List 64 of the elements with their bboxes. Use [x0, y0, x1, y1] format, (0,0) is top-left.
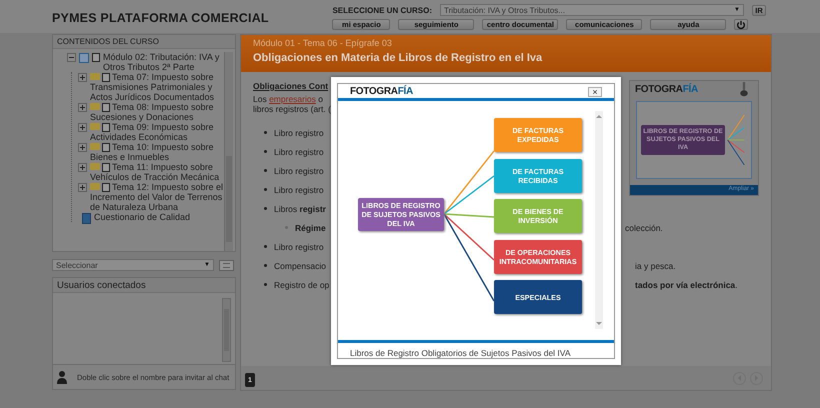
paragraph-text: Régime	[295, 222, 326, 232]
paragraph-text: Los empresarios o	[253, 94, 323, 104]
paragraph-text: libros registros (art. (	[253, 104, 331, 114]
paragraph-text: Libro registro	[274, 166, 324, 176]
bullet-icon	[264, 150, 267, 153]
tree-item[interactable]: Tema 10: Impuesto sobre Bienes e Inmuebles	[90, 142, 224, 162]
paragraph-text: Libro registro	[274, 128, 324, 138]
logo: FOTOGRAFÍA	[634, 82, 699, 97]
bullet-icon	[264, 283, 267, 286]
paragraph-text: colección.	[625, 222, 663, 232]
course-label: SELECCIONE UN CURSO:	[332, 6, 432, 14]
folder-icon	[90, 103, 100, 110]
app-title: PYMES PLATAFORMA COMERCIAL	[52, 10, 269, 27]
expander-icon[interactable]	[78, 163, 87, 172]
bullet-icon	[264, 245, 267, 248]
folder-icon	[90, 183, 100, 190]
bullet-icon	[264, 169, 267, 172]
person-icon	[57, 370, 67, 384]
folder-icon	[90, 163, 100, 170]
paragraph-text: ia y pesca.	[635, 260, 676, 270]
link[interactable]: empresarios	[269, 94, 316, 104]
lesson-title: Obligaciones en Materia de Libros de Registro en el Iva	[253, 52, 544, 64]
expander-icon[interactable]	[78, 73, 87, 82]
tree-item[interactable]: Tema 09: Impuesto sobre Actividades Económicas	[90, 122, 224, 142]
image-caption: Libros de Registro Obligatorios de Sujetos Pasivos del IVA	[338, 340, 614, 364]
section-heading: Obligaciones Cont	[253, 81, 328, 91]
bullet-icon	[264, 264, 267, 267]
paragraph-text: Libro registro	[274, 242, 324, 252]
expander-icon[interactable]	[67, 53, 76, 62]
tree-item[interactable]: Módulo 02: Tributación: IVA y Otros Tributos 2ª Parte	[103, 52, 224, 72]
expander-icon[interactable]	[78, 183, 87, 192]
scrollbar[interactable]	[222, 298, 231, 362]
paragraph-text: Libro registro	[274, 146, 324, 156]
paragraph-text: tados por vía electrónica.	[635, 280, 738, 290]
scrollbar[interactable]	[224, 52, 233, 251]
tree-item[interactable]: Tema 08: Impuesto sobre Sucesiones y Donaciones	[90, 102, 224, 122]
module-icon	[79, 53, 89, 63]
tree-item[interactable]: Tema 11: Impuesto sobre Vehículos de Tracción Mecánica	[90, 162, 224, 182]
tree-item[interactable]: Tema 07: Impuesto sobre Transmisiones Patrimoniales y Actos Jurídicos Documentados	[90, 72, 224, 102]
expander-icon[interactable]	[78, 123, 87, 132]
tree-item[interactable]: Tema 12: Impuesto sobre el Incremento del Valor de Terrenos de Naturaleza Urbana	[90, 182, 224, 212]
panel-title: Usuarios conectados	[53, 278, 235, 293]
paragraph-text: Registro de op	[274, 280, 330, 290]
pin-icon	[740, 82, 748, 97]
connector-lines-drawing	[727, 115, 745, 165]
folder-icon	[90, 123, 100, 130]
logo: FOTOGRAFÍA	[350, 86, 413, 97]
expander-icon[interactable]	[78, 103, 87, 112]
paragraph-text: Libro registro	[274, 184, 324, 194]
folder-icon	[90, 73, 100, 80]
expander-icon[interactable]	[78, 143, 87, 152]
bullet-icon	[264, 188, 267, 191]
power-button[interactable]	[734, 19, 748, 30]
scrollbar[interactable]	[595, 111, 603, 329]
panel-title: CONTENIDOS DEL CURSO	[53, 35, 235, 49]
paragraph-text: Compensacio	[274, 260, 326, 270]
close-button[interactable]: ×	[588, 86, 602, 96]
folder-icon	[90, 143, 100, 150]
bullet-icon	[264, 131, 267, 134]
breadcrumb: Módulo 01 - Tema 06 - Epígrafe 03	[253, 38, 393, 48]
bullet-icon	[264, 207, 267, 210]
quiz-icon	[82, 213, 91, 224]
paragraph-text: Libros registr	[274, 204, 326, 214]
tree-item[interactable]: Cuestionario de Calidad	[94, 212, 224, 222]
